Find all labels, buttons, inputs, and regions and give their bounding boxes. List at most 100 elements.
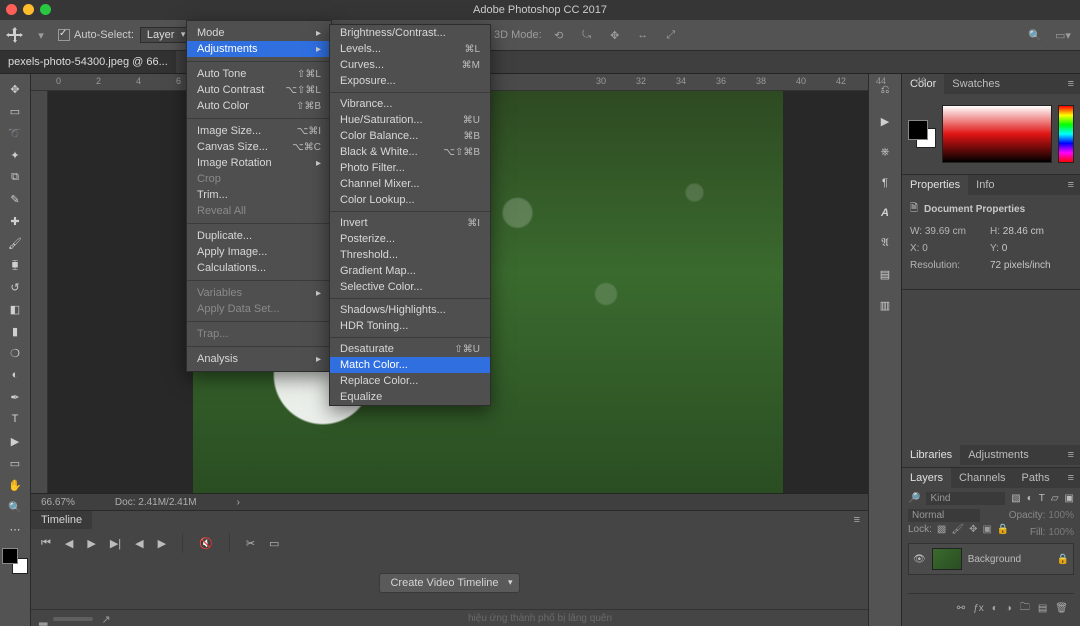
prev-keyframe-icon[interactable]: ◀ <box>135 537 143 550</box>
menu-item-channel-mixer[interactable]: Channel Mixer... <box>330 176 490 192</box>
foreground-color-swatch[interactable] <box>908 120 928 140</box>
zoom-level[interactable]: 66.67% <box>41 497 75 508</box>
paths-tab[interactable]: Paths <box>1014 468 1058 488</box>
menu-item-mode[interactable]: Mode <box>187 25 331 41</box>
new-group-icon[interactable]: 🗀 <box>1020 600 1030 617</box>
panel-menu-icon[interactable]: ≡ <box>1062 175 1080 195</box>
healing-brush-tool[interactable]: ✚ <box>2 210 28 232</box>
crop-tool[interactable]: ⧉ <box>2 166 28 188</box>
layer-mask-icon[interactable]: ◐ <box>992 603 998 614</box>
menu-item-hue-saturation[interactable]: Hue/Saturation...⌘U <box>330 112 490 128</box>
filter-type-icon[interactable]: T <box>1039 493 1045 504</box>
menu-item-gradient-map[interactable]: Gradient Map... <box>330 263 490 279</box>
lock-artboard-icon[interactable]: ▣ <box>982 524 991 535</box>
search-icon[interactable]: 🔍 <box>1024 24 1046 46</box>
next-frame-icon[interactable]: ▶| <box>110 537 121 550</box>
brush-tool[interactable]: 🖌 <box>2 232 28 254</box>
create-video-timeline-button[interactable]: Create Video Timeline <box>379 573 519 593</box>
glyphs-panel-icon[interactable]: 𝔄 <box>881 237 888 250</box>
foreground-color-swatch[interactable] <box>2 548 18 564</box>
menu-item-desaturate[interactable]: Desaturate⇧⌘U <box>330 341 490 357</box>
layer-visibility-eye-icon[interactable]: 👁 <box>913 554 926 565</box>
eyedropper-tool[interactable]: ✎ <box>2 188 28 210</box>
layer-filter-kind-dropdown[interactable]: Kind <box>926 492 1005 505</box>
layer-thumbnail[interactable] <box>932 548 962 570</box>
3d-slide-icon[interactable]: ↔ <box>632 24 654 46</box>
menu-item-black-white[interactable]: Black & White...⌥⇧⌘B <box>330 144 490 160</box>
menu-item-curves[interactable]: Curves...⌘M <box>330 57 490 73</box>
menu-item-adjustments[interactable]: Adjustments <box>187 41 331 57</box>
hand-tool[interactable]: ✋ <box>2 474 28 496</box>
character-panel-icon[interactable]: ¶ <box>882 177 888 189</box>
menu-item-invert[interactable]: Invert⌘I <box>330 215 490 231</box>
info-tab[interactable]: Info <box>968 175 1002 195</box>
panel-menu-icon[interactable]: ≡ <box>846 511 868 529</box>
workspace-switcher-icon[interactable]: ▭▾ <box>1052 24 1074 46</box>
layer-comps-panel-icon[interactable]: ▤ <box>880 268 890 281</box>
vertical-ruler[interactable] <box>31 91 48 493</box>
actions-panel-icon[interactable]: ▶ <box>881 115 889 128</box>
timeline-zoom-slider[interactable] <box>53 617 93 621</box>
new-layer-icon[interactable]: ▤ <box>1038 603 1047 614</box>
menu-item-posterize[interactable]: Posterize... <box>330 231 490 247</box>
minimize-window-icon[interactable] <box>23 4 34 15</box>
close-window-icon[interactable] <box>6 4 17 15</box>
menu-item-match-color[interactable]: Match Color... <box>330 357 490 373</box>
split-clip-icon[interactable]: ✂ <box>246 537 255 550</box>
timeline-zoom-out-icon[interactable]: ▂ <box>39 613 47 626</box>
tool-preset-dropdown-icon[interactable]: ▾ <box>30 24 52 46</box>
timeline-tab[interactable]: Timeline <box>31 511 92 529</box>
link-layers-icon[interactable]: ⚯ <box>957 603 965 614</box>
type-tool[interactable]: T <box>2 408 28 430</box>
3d-orbit-icon[interactable]: ⟲ <box>548 24 570 46</box>
blend-mode-dropdown[interactable]: Normal <box>908 509 980 522</box>
menu-item-photo-filter[interactable]: Photo Filter... <box>330 160 490 176</box>
zoom-tool[interactable]: 🔍 <box>2 496 28 518</box>
new-adjustment-layer-icon[interactable]: ◑ <box>1006 603 1012 614</box>
filter-shape-icon[interactable]: ▱ <box>1051 493 1059 504</box>
layer-fill-value[interactable]: 100% <box>1048 527 1074 538</box>
path-select-tool[interactable]: ▶ <box>2 430 28 452</box>
menu-item-equalize[interactable]: Equalize <box>330 389 490 405</box>
swatches-tab[interactable]: Swatches <box>944 74 1008 94</box>
menu-item-auto-tone[interactable]: Auto Tone⇧⌘L <box>187 66 331 82</box>
libraries-tab[interactable]: Libraries <box>902 445 960 465</box>
3d-roll-icon[interactable]: ⤿ <box>576 24 598 46</box>
layer-name[interactable]: Background <box>968 554 1021 565</box>
move-tool[interactable]: ✥ <box>2 78 28 100</box>
menu-item-apply-image[interactable]: Apply Image... <box>187 244 331 260</box>
audio-mute-icon[interactable]: 🔇 <box>199 537 213 550</box>
doc-size-status[interactable]: Doc: 2.41M/2.41M <box>115 497 197 508</box>
menu-item-auto-color[interactable]: Auto Color⇧⌘B <box>187 98 331 114</box>
layer-locked-icon[interactable]: 🔒 <box>1057 554 1069 565</box>
auto-select-target-dropdown[interactable]: Layer <box>140 27 190 43</box>
go-to-first-frame-icon[interactable]: ⏮ <box>41 537 51 550</box>
history-brush-tool[interactable]: ↺ <box>2 276 28 298</box>
blur-tool[interactable]: ❍ <box>2 342 28 364</box>
shape-tool[interactable]: ▭ <box>2 452 28 474</box>
delete-layer-icon[interactable]: 🗑 <box>1055 603 1068 614</box>
panel-menu-icon[interactable]: ≡ <box>1062 74 1080 94</box>
menu-item-image-size[interactable]: Image Size...⌥⌘I <box>187 123 331 139</box>
play-icon[interactable]: ▶ <box>87 537 95 550</box>
menu-item-hdr-toning[interactable]: HDR Toning... <box>330 318 490 334</box>
adjustments-tab[interactable]: Adjustments <box>960 445 1037 465</box>
render-video-icon[interactable]: ↗ <box>101 613 110 626</box>
panel-menu-icon[interactable]: ≡ <box>1062 468 1080 488</box>
menu-item-vibrance[interactable]: Vibrance... <box>330 96 490 112</box>
eraser-tool[interactable]: ◧ <box>2 298 28 320</box>
notes-panel-icon[interactable]: ▥ <box>880 299 890 312</box>
menu-item-levels[interactable]: Levels...⌘L <box>330 41 490 57</box>
prev-frame-icon[interactable]: ◀ <box>65 537 73 550</box>
marquee-tool[interactable]: ▭ <box>2 100 28 122</box>
channels-tab[interactable]: Channels <box>951 468 1013 488</box>
layer-row-background[interactable]: 👁 Background 🔒 <box>908 543 1074 575</box>
menu-item-shadows-highlights[interactable]: Shadows/Highlights... <box>330 302 490 318</box>
hue-cube-picker[interactable] <box>942 105 1052 163</box>
color-panel-fgbg[interactable] <box>908 120 936 148</box>
3d-pan-icon[interactable]: ✥ <box>604 24 626 46</box>
document-tab[interactable]: pexels-photo-54300.jpeg @ 66... <box>0 51 176 73</box>
panel-menu-icon[interactable]: ≡ <box>1062 445 1080 465</box>
menu-item-exposure[interactable]: Exposure... <box>330 73 490 89</box>
zoom-window-icon[interactable] <box>40 4 51 15</box>
